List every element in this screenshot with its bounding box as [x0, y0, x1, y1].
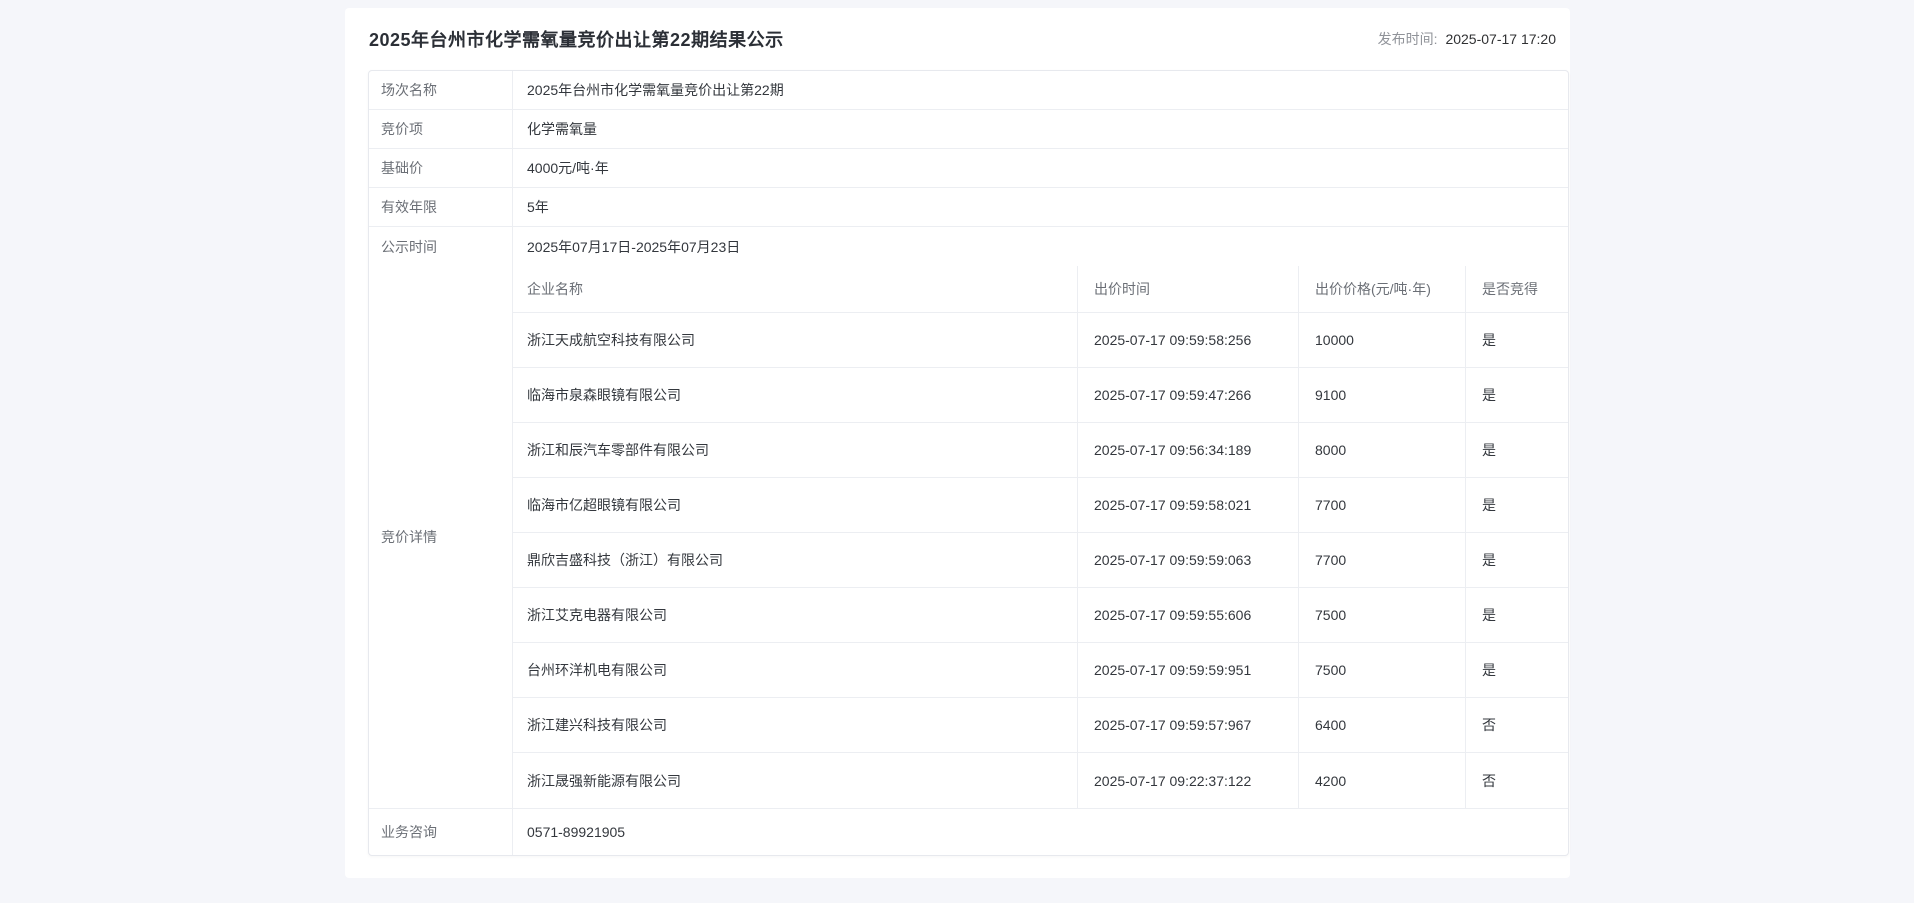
row-label: 场次名称 — [369, 71, 513, 109]
bid-cell-bid-time: 2025-07-17 09:22:37:122 — [1078, 753, 1299, 808]
row-label-bid-details: 竞价详情 — [369, 266, 513, 808]
bid-cell-bid-price: 9100 — [1299, 368, 1466, 422]
bid-cell-won-flag: 否 — [1482, 717, 1496, 733]
publish-time-value: 2025-07-17 17:20 — [1445, 31, 1556, 47]
page-title: 2025年台州市化学需氧量竞价出让第22期结果公示 — [369, 30, 784, 50]
bid-cell-bid-price: 6400 — [1299, 698, 1466, 752]
page-background: 2025年台州市化学需氧量竞价出让第22期结果公示 发布时间: 2025-07-… — [0, 0, 1914, 903]
bid-table-row: 浙江艾克电器有限公司 2025-07-17 09:59:55:606 7500 是 — [513, 588, 1568, 643]
bid-cell-bid-time: 2025-07-17 09:59:58:021 — [1078, 478, 1299, 532]
bid-cell-won-flag: 是 — [1482, 662, 1496, 678]
bid-table-row: 浙江和辰汽车零部件有限公司 2025-07-17 09:56:34:189 8000… — [513, 423, 1568, 478]
bid-cell-bid-time: 2025-07-17 09:59:57:967 — [1078, 698, 1299, 752]
bid-header-bid-price: 出价价格(元/吨·年) — [1299, 266, 1466, 312]
contact-phone: 0571-89921905 — [527, 824, 626, 840]
table-row-contact: 业务咨询 0571-89921905 — [369, 809, 1568, 855]
row-label-contact: 业务咨询 — [369, 809, 513, 855]
bid-cell-bid-time: 2025-07-17 09:59:55:606 — [1078, 588, 1299, 642]
row-label: 有效年限 — [369, 188, 513, 226]
bid-cell-bid-price: 4200 — [1299, 753, 1466, 808]
bid-cell-bid-time: 2025-07-17 09:59:58:256 — [1078, 313, 1299, 367]
bid-table-row: 浙江建兴科技有限公司 2025-07-17 09:59:57:967 6400 否 — [513, 698, 1568, 753]
bid-cell-won-flag: 否 — [1482, 772, 1496, 789]
bid-table-row: 鼎欣吉盛科技（浙江）有限公司 2025-07-17 09:59:59:063 770… — [513, 533, 1568, 588]
bid-cell-won-flag: 是 — [1482, 332, 1496, 348]
announcement-table: 场次名称 2025年台州市化学需氧量竞价出让第22期 竞价项 化学需氧量 基础价 4000… — [368, 70, 1569, 856]
row-value: 2025年07月17日-2025年07月23日 — [527, 238, 741, 255]
bid-cell-bid-price: 7500 — [1299, 643, 1466, 697]
publish-time-label: 发布时间: — [1377, 31, 1438, 47]
bid-cell-won-flag: 是 — [1482, 442, 1496, 458]
bid-cell-bid-time: 2025-07-17 09:59:59:951 — [1078, 643, 1299, 697]
bid-cell-won-flag: 是 — [1482, 497, 1496, 513]
publish-time: 发布时间: 2025-07-17 17:20 — [1378, 29, 1556, 49]
table-row-info: 有效年限 5年 — [369, 188, 1568, 227]
bid-cell-bid-price: 7700 — [1299, 533, 1466, 587]
row-label: 基础价 — [369, 149, 513, 187]
bid-table-row: 台州环洋机电有限公司 2025-07-17 09:59:59:951 7500 是 — [513, 643, 1568, 698]
bid-cell-company-name: 浙江晟强新能源有限公司 — [513, 753, 1078, 808]
card-header: 2025年台州市化学需氧量竞价出让第22期结果公示 发布时间: 2025-07-… — [345, 8, 1570, 70]
table-row-bid-details: 竞价详情 企业名称 出价时间 出价价格(元/吨·年) 是否竞得 浙江天成航空科技有限公… — [369, 266, 1568, 809]
bid-cell-won-flag: 是 — [1482, 387, 1496, 403]
bid-cell-bid-price: 7700 — [1299, 478, 1466, 532]
row-value: 4000元/吨·年 — [527, 160, 609, 176]
row-value: 2025年台州市化学需氧量竞价出让第22期 — [527, 82, 784, 98]
table-row-info: 场次名称 2025年台州市化学需氧量竞价出让第22期 — [369, 71, 1568, 110]
bid-cell-company-name: 临海市亿超眼镜有限公司 — [513, 478, 1078, 532]
row-label: 竞价项 — [369, 110, 513, 148]
bid-header-company-name: 企业名称 — [513, 266, 1078, 312]
bid-table-row: 临海市亿超眼镜有限公司 2025-07-17 09:59:58:021 7700 是 — [513, 478, 1568, 533]
table-row-info: 竞价项 化学需氧量 — [369, 110, 1568, 149]
bid-cell-won-flag: 是 — [1482, 552, 1496, 568]
bid-cell-won-flag: 是 — [1482, 607, 1496, 623]
bid-cell-company-name: 浙江艾克电器有限公司 — [513, 588, 1078, 642]
bid-cell-bid-price: 7500 — [1299, 588, 1466, 642]
bid-cell-bid-price: 8000 — [1299, 423, 1466, 477]
bid-cell-company-name: 浙江天成航空科技有限公司 — [513, 313, 1078, 367]
row-label: 公示时间 — [369, 227, 513, 266]
bid-table-row: 临海市泉森眼镜有限公司 2025-07-17 09:59:47:266 9100 是 — [513, 368, 1568, 423]
bid-header-bid-time: 出价时间 — [1078, 266, 1299, 312]
bid-cell-company-name: 鼎欣吉盛科技（浙江）有限公司 — [513, 533, 1078, 587]
bid-cell-bid-time: 2025-07-17 09:59:59:063 — [1078, 533, 1299, 587]
bid-cell-bid-time: 2025-07-17 09:59:47:266 — [1078, 368, 1299, 422]
bid-details-cell: 企业名称 出价时间 出价价格(元/吨·年) 是否竞得 浙江天成航空科技有限公司 2025… — [513, 266, 1568, 808]
bid-table-row: 浙江晟强新能源有限公司 2025-07-17 09:22:37:122 4200 否 — [513, 753, 1568, 808]
row-value: 5年 — [527, 199, 549, 215]
bid-table: 企业名称 出价时间 出价价格(元/吨·年) 是否竞得 浙江天成航空科技有限公司 2025… — [513, 266, 1568, 808]
bid-cell-company-name: 临海市泉森眼镜有限公司 — [513, 368, 1078, 422]
bid-header-won-flag: 是否竞得 — [1482, 281, 1538, 297]
bid-cell-company-name: 台州环洋机电有限公司 — [513, 643, 1078, 697]
bid-cell-bid-time: 2025-07-17 09:56:34:189 — [1078, 423, 1299, 477]
bid-cell-company-name: 浙江和辰汽车零部件有限公司 — [513, 423, 1078, 477]
row-value: 化学需氧量 — [527, 121, 597, 137]
table-row-info: 公示时间 2025年07月17日-2025年07月23日 — [369, 227, 1568, 266]
bid-table-header-row: 企业名称 出价时间 出价价格(元/吨·年) 是否竞得 — [513, 266, 1568, 313]
announcement-card: 2025年台州市化学需氧量竞价出让第22期结果公示 发布时间: 2025-07-… — [345, 8, 1570, 878]
table-row-info: 基础价 4000元/吨·年 — [369, 149, 1568, 188]
bid-cell-company-name: 浙江建兴科技有限公司 — [513, 698, 1078, 752]
bid-table-row: 浙江天成航空科技有限公司 2025-07-17 09:59:58:256 10000… — [513, 313, 1568, 368]
bid-cell-bid-price: 10000 — [1299, 313, 1466, 367]
